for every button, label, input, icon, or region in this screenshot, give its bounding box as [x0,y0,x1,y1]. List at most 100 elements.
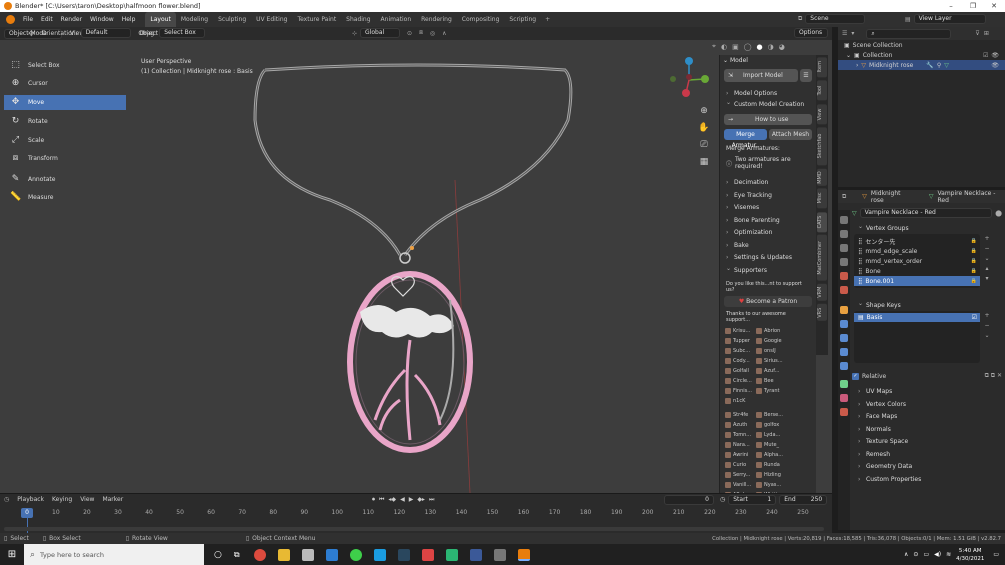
new-collection-icon[interactable]: ⊞ [984,30,989,37]
supporter-item[interactable]: Finnis... [724,386,755,396]
supporter-item[interactable]: Cody... [724,356,755,366]
supporter-item[interactable]: Abrion [755,326,786,336]
prev-keyframe-icon[interactable]: ◂◆ [388,496,396,503]
sidebar-tab-vrm[interactable]: VRM [817,283,827,301]
model-section-header[interactable]: ⌄ Model [720,55,816,66]
supporter-item[interactable]: Tupper [724,336,755,346]
pivot-point-icon[interactable]: ⊙ [407,30,412,37]
lock-icon[interactable]: 🔒 [971,238,977,244]
supporter-item[interactable]: Lyda... [755,430,786,440]
lock-icon[interactable]: 🔒 [971,258,977,264]
sidebar-tab-mmd[interactable]: MMD [817,168,827,186]
chrome-icon[interactable] [253,548,266,561]
solid-shading-icon[interactable]: ● [757,43,763,51]
fake-user-icon[interactable]: ⬤ [995,210,1002,217]
view-layer-tab-icon[interactable] [840,258,848,266]
supporter-item[interactable]: Mute_ [755,440,786,450]
sidebar-tab-misc[interactable]: Misc [817,188,827,209]
windows-start-icon[interactable]: ⊞ [0,549,24,560]
timeline-menu-marker[interactable]: Marker [102,496,123,503]
sidebar-tab-cats[interactable]: CATS [817,211,827,233]
model-menu-icon[interactable]: ☰ [800,69,812,82]
transform-space-selector[interactable]: Global [360,28,401,38]
gizmo-toggle-icon[interactable]: ⌖ [712,42,716,51]
timeline-menu-playback[interactable]: Playback [17,496,44,503]
mesh-data-tab-icon[interactable] [840,380,848,388]
supporter-item[interactable]: onslJ [755,346,786,356]
workspace-tab-rendering[interactable]: Rendering [416,12,457,27]
supporter-item[interactable]: Nyas... [755,480,786,490]
sidebar-tab-item[interactable]: Item [817,57,827,78]
workspace-tab-animation[interactable]: Animation [376,12,417,27]
line-icon[interactable] [445,548,458,561]
supporter-item[interactable]: Bee [755,376,786,386]
workspace-tab-uv-editing[interactable]: UV Editing [251,12,292,27]
workspace-tab-shading[interactable]: Shading [341,12,375,27]
supporter-item[interactable]: Serry... [724,470,755,480]
task-view-icon[interactable]: ⧉ [234,550,240,560]
grid-view-icon[interactable]: ▦ [697,154,711,171]
cats-section-bone-parenting[interactable]: Bone Parenting [720,215,816,228]
lock-icon[interactable]: 🔒 [971,278,977,284]
chevron-down-icon[interactable]: ⌄ [980,331,994,341]
orientation-selector[interactable]: Default [80,28,131,38]
vertex-group-item[interactable]: ⣿ センター先 🔒 [854,236,980,246]
chevron-up-icon[interactable]: ∧ [904,551,908,558]
record-icon[interactable]: ⏺ [372,496,375,504]
remove-icon[interactable]: − [980,244,994,254]
become-patron-button[interactable]: ♥ Become a Patron [724,296,812,307]
supporter-item[interactable]: Runda [755,460,786,470]
remove-icon[interactable]: − [980,321,994,331]
xray-icon[interactable]: ▣ [732,43,739,51]
sidebar-tab-matcombiner[interactable]: MatCombiner [817,235,827,281]
cats-section-decimation[interactable]: Decimation [720,177,816,190]
rendered-shading-icon[interactable]: ◕ [779,43,785,51]
object-row[interactable]: › ▽ Midknight rose 🔧 ⚲ ▽ 👁 [838,60,1005,70]
menu-item-edit[interactable]: Edit [37,12,57,27]
mesh-name-field[interactable]: Vampire Necklace - Red [859,208,993,218]
checkbox-icon[interactable]: ☑ [983,52,988,59]
close-icon[interactable]: ✕ [983,0,1005,12]
outliner-editor-icon[interactable]: ☰ [842,30,847,37]
output-tab-icon[interactable] [840,244,848,252]
eye-icon[interactable]: 👁 [991,62,999,69]
proportional-edit-icon[interactable]: ◎ [430,30,435,37]
property-section-geometry-data[interactable]: Geometry Data [852,461,1002,474]
vertex-groups-section[interactable]: Vertex Groups [852,221,1002,234]
eye-icon[interactable]: 👁 [991,52,999,59]
store-icon[interactable] [301,548,314,561]
attach-mesh-tab[interactable]: Attach Mesh [769,129,812,140]
play-reverse-icon[interactable]: ◀ [400,496,405,503]
constraints-tab-icon[interactable] [840,362,848,370]
mail-icon[interactable] [325,548,338,561]
jump-end-icon[interactable]: ⏭ [429,496,434,504]
timeline-menu-keying[interactable]: Keying [52,496,72,503]
pan-hand-icon[interactable]: ✋ [697,120,711,137]
zoom-icon[interactable]: ⊕ [697,103,711,120]
collection-row[interactable]: ⌄ ▣ Collection ☑ 👁 [838,50,1005,60]
material-tab-icon[interactable] [840,394,848,402]
menu-item-file[interactable]: File [19,12,37,27]
supporter-item[interactable]: Circle... [724,376,755,386]
blender-taskbar-icon[interactable] [517,548,530,561]
supporter-item[interactable]: Sirius... [755,356,786,366]
end-frame-field[interactable]: End 250 [779,494,828,505]
checkbox-icon[interactable]: ☑ [972,314,977,321]
lock-icon[interactable]: 🔒 [971,248,977,254]
taskbar-search-box[interactable]: ⌕ Type here to search [24,544,204,565]
battery-icon[interactable]: ▭ [923,551,929,558]
menu-item-help[interactable]: Help [118,12,140,27]
supporter-item[interactable]: Nara... [724,440,755,450]
jump-start-icon[interactable]: ⏮ [379,496,384,504]
chevron-down-icon[interactable]: ⌄ [980,254,994,264]
supporter-item[interactable]: Hizling [755,470,786,480]
texture-tab-icon[interactable] [840,408,848,416]
material-shading-icon[interactable]: ◑ [768,43,774,51]
current-frame-field[interactable]: 0 [664,494,714,505]
wireframe-shading-icon[interactable]: ◯ [744,43,752,51]
property-section-texture-space[interactable]: Texture Space [852,436,1002,449]
drag-selector[interactable]: Select Box [159,28,206,38]
supporter-item[interactable]: Awrini [724,450,755,460]
properties-editor-icon[interactable]: ⧉ [842,193,846,201]
import-model-button[interactable]: ⇲ Import Model [724,69,798,82]
